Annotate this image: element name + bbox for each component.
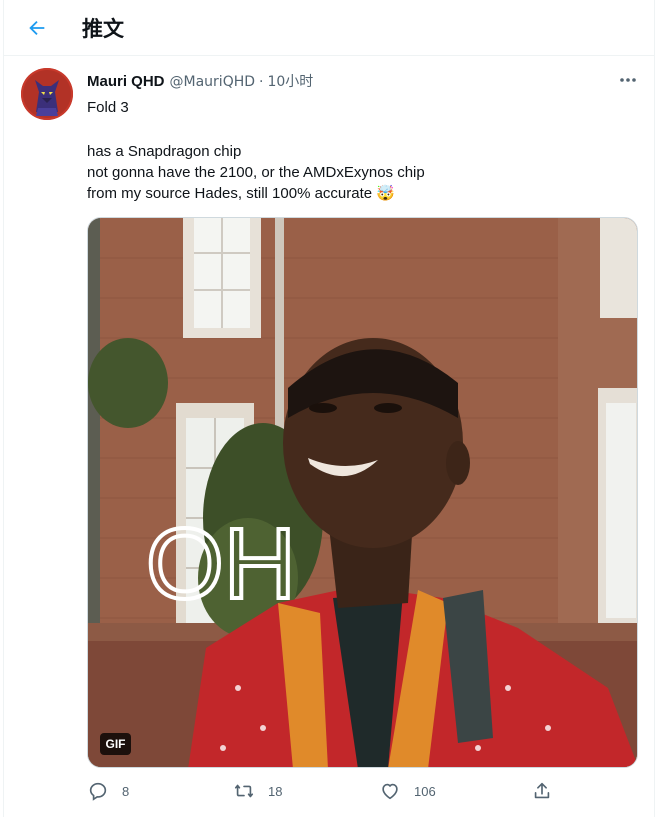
tweet-page: 推文 Mauri QHD @MauriQHD · 10小时 Fold 3 has… [3, 0, 655, 817]
gif-caption-text: OH [146, 508, 296, 620]
reply-icon [89, 782, 107, 801]
avatar[interactable] [21, 68, 73, 120]
reply-button[interactable]: 8 [87, 780, 129, 802]
avatar-image [21, 68, 73, 120]
tweet-actions: 8 18 106 [87, 780, 567, 808]
tweet-text-line: has a Snapdragon chip [87, 143, 242, 160]
more-options-button[interactable] [616, 70, 640, 90]
page-title: 推文 [82, 17, 124, 41]
like-count: 106 [414, 783, 436, 799]
tweet-text-line: from my source Hades, still 100% accurat… [87, 185, 395, 202]
share-button[interactable] [531, 780, 553, 802]
heart-icon [382, 783, 398, 800]
gif-frame-image: OH [88, 218, 637, 767]
back-button[interactable] [20, 11, 54, 45]
author-row: Mauri QHD @MauriQHD · 10小时 [87, 71, 313, 91]
tweet-timestamp[interactable]: 10小时 [267, 71, 313, 91]
like-button[interactable]: 106 [379, 780, 436, 802]
author-display-name[interactable]: Mauri QHD [87, 73, 165, 90]
tweet-text-line: Fold 3 [87, 99, 129, 116]
share-icon [534, 782, 550, 799]
top-bar: 推文 [4, 0, 654, 56]
gif-badge: GIF [100, 733, 131, 755]
meta-separator: · [259, 74, 264, 90]
reply-count: 8 [122, 783, 130, 799]
tweet-media-gif[interactable]: OH [87, 217, 638, 768]
tweet-text-line: not gonna have the 2100, or the AMDxExyn… [87, 164, 425, 181]
author-handle[interactable]: @MauriQHD [170, 74, 256, 90]
back-arrow-icon [29, 20, 45, 36]
more-dots-icon [620, 78, 636, 82]
retweet-icon [234, 784, 254, 798]
retweet-button[interactable]: 18 [233, 780, 282, 802]
retweet-count: 18 [268, 783, 283, 799]
